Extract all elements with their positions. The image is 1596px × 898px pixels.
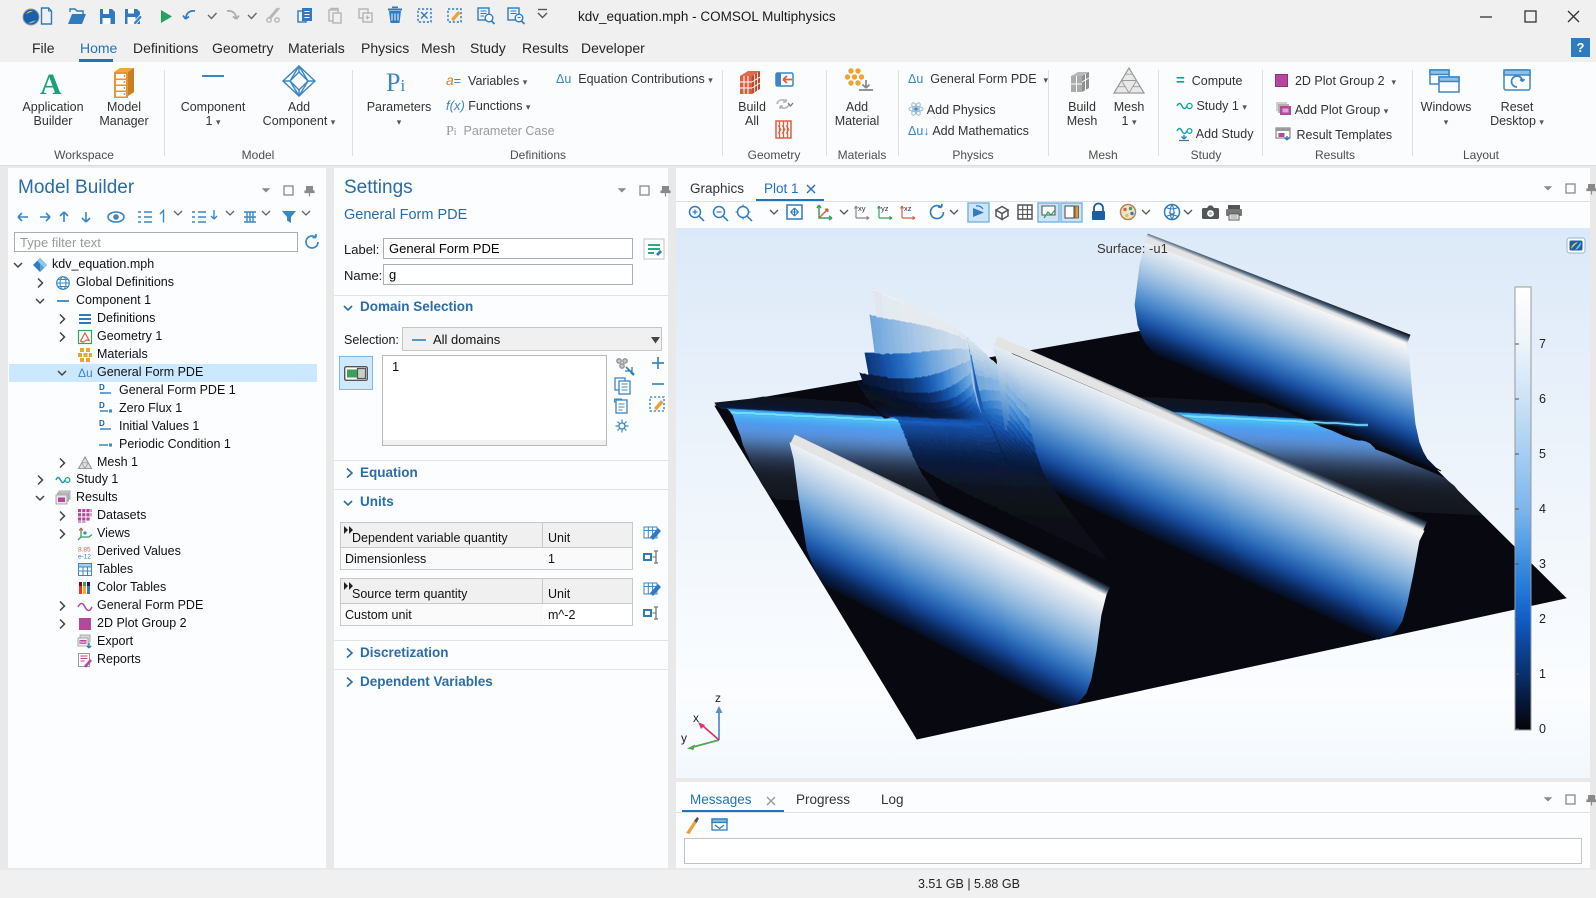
svg-text:IMG: IMG [80,640,88,645]
svg-text:x: x [693,711,699,725]
svg-text:e-12: e-12 [78,554,91,561]
svg-text:0: 0 [1539,722,1546,736]
svg-text:yz: yz [881,204,889,213]
svg-text:D: D [99,419,105,428]
svg-text:4: 4 [1539,502,1546,516]
svg-text:D: D [99,401,105,410]
svg-text:Δu: Δu [78,366,93,380]
svg-text:7: 7 [1539,337,1546,351]
svg-text:5: 5 [1539,447,1546,461]
svg-text:1: 1 [1539,667,1546,681]
svg-text:2: 2 [1539,612,1546,626]
svg-text:y: y [681,731,687,745]
svg-text:xz: xz [904,204,912,213]
svg-text:xy: xy [858,204,866,213]
svg-text:3: 3 [1539,557,1546,571]
svg-text:D: D [99,383,105,392]
svg-text:6: 6 [1539,392,1546,406]
svg-text:8.85: 8.85 [78,547,91,554]
svg-text:z: z [715,691,721,705]
